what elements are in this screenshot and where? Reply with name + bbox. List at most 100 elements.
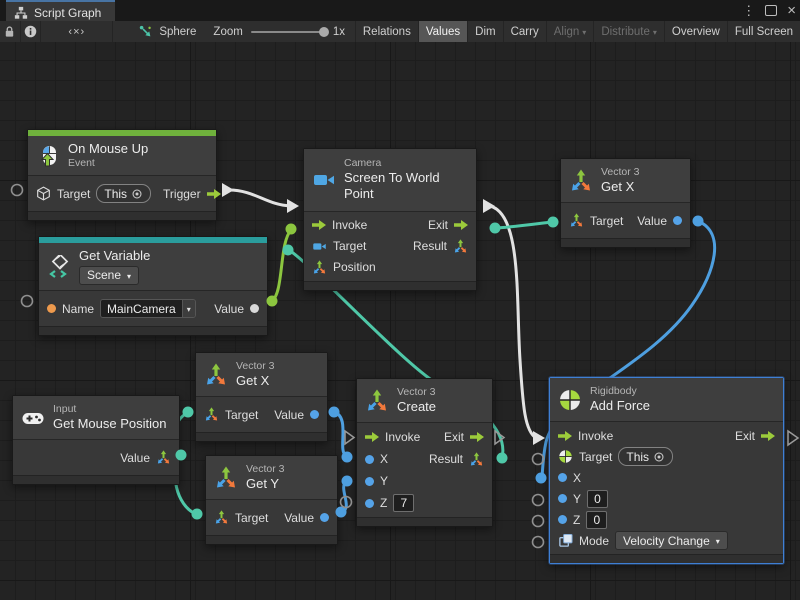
z-label: Z xyxy=(380,496,387,510)
node-category: Vector 3 xyxy=(246,463,285,476)
value-label: Value xyxy=(284,511,314,525)
variable-scope-dropdown[interactable]: Scene ▾ xyxy=(79,266,139,285)
float-port[interactable] xyxy=(365,477,374,486)
flow-arrow-icon xyxy=(312,220,326,230)
flow-arrow-icon xyxy=(470,432,484,442)
y-label: Y xyxy=(573,492,581,506)
vector3-icon xyxy=(214,466,238,490)
node-category: Vector 3 xyxy=(601,166,640,179)
flow-arrow-icon xyxy=(365,432,379,442)
float-port[interactable] xyxy=(558,473,567,482)
y-value-input[interactable]: 0 xyxy=(587,490,608,508)
node-vector3-get-x-top[interactable]: Vector 3 Get X Target Value xyxy=(560,158,691,248)
node-title: On Mouse Up xyxy=(68,141,148,157)
node-add-force[interactable]: Rigidbody Add Force Invoke Exit Target T… xyxy=(549,377,784,564)
vector3-port-icon[interactable] xyxy=(214,510,229,525)
exit-label: Exit xyxy=(735,429,755,443)
value-label: Value xyxy=(120,451,150,465)
this-target-pill[interactable]: This xyxy=(96,184,151,203)
z-label: Z xyxy=(573,513,580,527)
node-category: Input xyxy=(53,403,166,416)
node-title: Screen To World Point xyxy=(344,170,467,203)
target-icon xyxy=(653,451,665,463)
node-title: Get Y xyxy=(246,476,285,492)
node-title: Add Force xyxy=(590,398,650,414)
node-get-mouse-position[interactable]: Input Get Mouse Position Value xyxy=(12,395,180,485)
vector3-port-icon[interactable] xyxy=(569,213,584,228)
float-port[interactable] xyxy=(558,515,567,524)
node-title: Get Mouse Position xyxy=(53,416,166,432)
node-category: Camera xyxy=(344,157,467,170)
gamepad-icon xyxy=(21,406,45,430)
flow-arrow-icon xyxy=(454,220,468,230)
node-vector3-create[interactable]: Vector 3 Create Invoke Exit X Result xyxy=(356,378,493,527)
mode-label: Mode xyxy=(579,534,609,548)
node-vector3-get-x[interactable]: Vector 3 Get X Target Value xyxy=(195,352,328,442)
result-label: Result xyxy=(429,452,463,466)
rigidbody-port-icon[interactable] xyxy=(558,449,573,464)
flow-arrow-icon xyxy=(558,431,572,441)
flow-arrow-icon xyxy=(207,189,221,199)
target-label: Target xyxy=(235,511,268,525)
x-label: X xyxy=(380,452,388,466)
vector3-icon xyxy=(569,169,593,193)
float-port[interactable] xyxy=(365,455,374,464)
x-label: X xyxy=(573,471,581,485)
vector3-port-icon[interactable] xyxy=(453,239,468,254)
target-label: Target xyxy=(333,239,366,253)
enum-icon xyxy=(558,533,573,548)
target-icon xyxy=(131,188,143,200)
vector3-port-icon[interactable] xyxy=(156,450,171,465)
camera-port-icon[interactable] xyxy=(312,239,327,254)
node-title: Get Variable xyxy=(79,248,150,264)
float-port[interactable] xyxy=(310,410,319,419)
chevron-down-icon: ▾ xyxy=(187,306,191,314)
chevron-down-icon: ▾ xyxy=(716,538,720,546)
flow-arrow-icon xyxy=(761,431,775,441)
vector3-port-icon[interactable] xyxy=(312,260,327,275)
float-port[interactable] xyxy=(558,494,567,503)
node-screen-to-world-point[interactable]: Camera Screen To World Point Invoke Exit… xyxy=(303,148,477,291)
node-category: Vector 3 xyxy=(236,360,275,373)
node-category: Rigidbody xyxy=(590,385,650,398)
target-label: Target xyxy=(57,187,90,201)
invoke-label: Invoke xyxy=(578,429,613,443)
value-label: Value xyxy=(637,214,667,228)
mouse-up-icon xyxy=(36,144,60,168)
z-value-input[interactable]: 7 xyxy=(393,494,414,512)
mode-dropdown[interactable]: Velocity Change ▾ xyxy=(615,531,728,550)
vector3-port-icon[interactable] xyxy=(204,407,219,422)
vector3-port-icon[interactable] xyxy=(469,452,484,467)
exit-label: Exit xyxy=(428,218,448,232)
float-port[interactable] xyxy=(320,513,329,522)
rigidbody-icon xyxy=(558,388,582,412)
name-label: Name xyxy=(62,302,94,316)
z-value-input[interactable]: 0 xyxy=(586,511,607,529)
node-on-mouse-up[interactable]: On Mouse Up Event Target This Trigger xyxy=(27,129,217,221)
node-title: Get X xyxy=(601,179,640,195)
node-category: Vector 3 xyxy=(397,386,436,399)
vector3-icon xyxy=(365,389,389,413)
cube-icon xyxy=(36,186,51,201)
string-port[interactable] xyxy=(47,304,56,313)
invoke-label: Invoke xyxy=(385,430,420,444)
node-vector3-get-y[interactable]: Vector 3 Get Y Target Value xyxy=(205,455,338,545)
variable-icon xyxy=(47,255,71,279)
trigger-label: Trigger xyxy=(163,187,201,201)
float-port[interactable] xyxy=(673,216,682,225)
target-label: Target xyxy=(590,214,623,228)
value-label: Value xyxy=(214,302,244,316)
target-label: Target xyxy=(225,408,258,422)
y-label: Y xyxy=(380,474,388,488)
node-get-variable[interactable]: Get Variable Scene ▾ Name MainCamera ▾ V… xyxy=(38,236,268,336)
float-port[interactable] xyxy=(365,499,374,508)
chevron-down-icon: ▾ xyxy=(127,273,131,281)
value-port[interactable] xyxy=(250,304,259,313)
node-title: Create xyxy=(397,399,436,415)
invoke-label: Invoke xyxy=(332,218,367,232)
result-label: Result xyxy=(413,239,447,253)
position-label: Position xyxy=(333,260,376,274)
camera-icon xyxy=(312,168,336,192)
this-target-pill[interactable]: This xyxy=(618,447,673,466)
variable-name-dropdown[interactable]: MainCamera ▾ xyxy=(100,299,196,318)
